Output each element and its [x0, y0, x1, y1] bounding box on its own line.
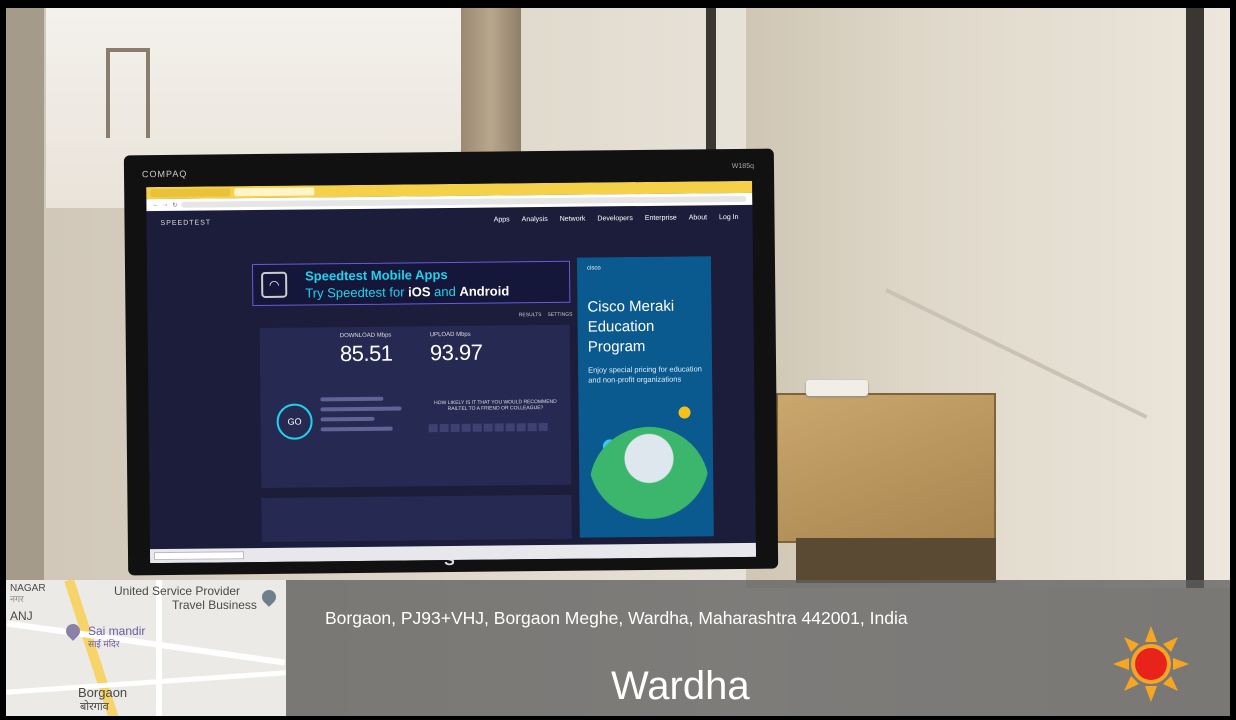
- map-road: [6, 620, 286, 666]
- forward-icon[interactable]: →: [162, 202, 168, 208]
- nav-network[interactable]: Network: [560, 215, 586, 222]
- router: [806, 380, 868, 396]
- speedtest-navbar: SPEEDTEST Apps Analysis Network Develope…: [146, 205, 752, 235]
- banner-android: Android: [459, 283, 510, 299]
- desk-front: [796, 538, 996, 583]
- monitor: COMPAQ W185q S ← → ↻ SPEEDTEST Apps Anal…: [123, 148, 779, 576]
- banner-and: and: [430, 283, 460, 300]
- browser-tab-active[interactable]: [234, 187, 315, 197]
- lower-panel: [261, 494, 572, 542]
- results-link[interactable]: RESULTS: [519, 312, 542, 318]
- upload-label: UPLOAD Mbps: [429, 331, 471, 339]
- location-address: Borgaon, PJ93+VHJ, Borgaon Meghe, Wardha…: [325, 608, 908, 628]
- monitor-screen: ← → ↻ SPEEDTEST Apps Analysis Network De…: [146, 180, 757, 564]
- map-road: [156, 580, 162, 716]
- map-area-name: Borgaon: [78, 685, 128, 700]
- speedtest-result-panel: DOWNLOAD Mbps 85.51 UPLOAD Mbps 93.97 GO…: [259, 324, 572, 488]
- window-frame-left: [6, 8, 44, 588]
- monitor-model: W185q: [731, 162, 755, 171]
- nav-apps[interactable]: Apps: [494, 216, 510, 223]
- desk: [776, 393, 996, 543]
- upload-metric: UPLOAD Mbps 93.97: [430, 332, 483, 367]
- banner-title: Speedtest Mobile Apps: [305, 267, 448, 284]
- taskbar-search[interactable]: [153, 551, 245, 561]
- download-label: DOWNLOAD Mbps: [339, 332, 392, 340]
- banner-prefix: Try Speedtest for: [305, 284, 409, 301]
- nav-login[interactable]: Log In: [719, 213, 739, 220]
- window-frame-post: [706, 8, 716, 168]
- map-business-name-2: Travel Business: [172, 598, 257, 612]
- ad-headline: Cisco Meraki Education Program: [587, 297, 675, 356]
- result-bar: RESULTS SETTINGS: [262, 309, 573, 324]
- map-thumbnail: NAGAR नगर ANJ United Service Provider Tr…: [6, 580, 286, 716]
- browser-tab[interactable]: [150, 188, 231, 198]
- banner-subtitle: Try Speedtest for iOS and Android: [305, 283, 509, 300]
- download-metric: DOWNLOAD Mbps 85.51: [340, 333, 393, 368]
- window-bar: [106, 48, 150, 52]
- map-area-sub: बोरगाव: [80, 701, 109, 713]
- map-temple-name: Sai mandir: [88, 624, 146, 638]
- nav-developers[interactable]: Developers: [597, 215, 632, 222]
- go-button[interactable]: GO: [276, 403, 313, 440]
- map-label-nagar-sub: नगर: [10, 594, 24, 604]
- window-bar: [146, 48, 150, 138]
- sun-core: [1135, 648, 1167, 680]
- settings-link[interactable]: SETTINGS: [547, 312, 572, 318]
- mobile-apps-banner[interactable]: ◠ Speedtest Mobile Apps Try Speedtest fo…: [251, 260, 571, 307]
- ad-dot: [678, 406, 691, 419]
- speedometer-icon: ◠: [261, 271, 288, 298]
- banner-ios: iOS: [408, 284, 431, 300]
- nav-analysis[interactable]: Analysis: [522, 215, 548, 222]
- reload-icon[interactable]: ↻: [172, 201, 177, 208]
- cisco-ad[interactable]: cisco Cisco Meraki Education Program Enj…: [576, 256, 714, 538]
- nav-about[interactable]: About: [689, 214, 707, 221]
- map-temple-sub: साई मंदिर: [88, 639, 120, 649]
- survey-scale[interactable]: [428, 422, 548, 433]
- cisco-logo: cisco: [586, 265, 601, 272]
- survey-question: HOW LIKELY IS IT THAT YOU WOULD RECOMMEN…: [434, 398, 557, 413]
- nav-enterprise[interactable]: Enterprise: [645, 214, 677, 221]
- map-label-anj: ANJ: [10, 609, 33, 623]
- map-pin-icon: [259, 587, 279, 607]
- connection-info: [320, 390, 410, 437]
- speedtest-logo[interactable]: SPEEDTEST: [160, 219, 211, 227]
- location-city: Wardha: [611, 664, 750, 708]
- window-bar: [106, 48, 110, 138]
- sun-icon: [1113, 626, 1189, 702]
- map-road: [6, 670, 286, 695]
- monitor-brand: COMPAQ: [141, 168, 188, 180]
- upload-value: 93.97: [429, 339, 483, 366]
- map-business-name-1: United Service Provider: [114, 584, 241, 598]
- download-value: 85.51: [339, 340, 393, 367]
- back-icon[interactable]: ←: [152, 202, 158, 208]
- ad-body: Enjoy special pricing for education and …: [588, 364, 702, 385]
- window-frame-post: [1186, 8, 1204, 588]
